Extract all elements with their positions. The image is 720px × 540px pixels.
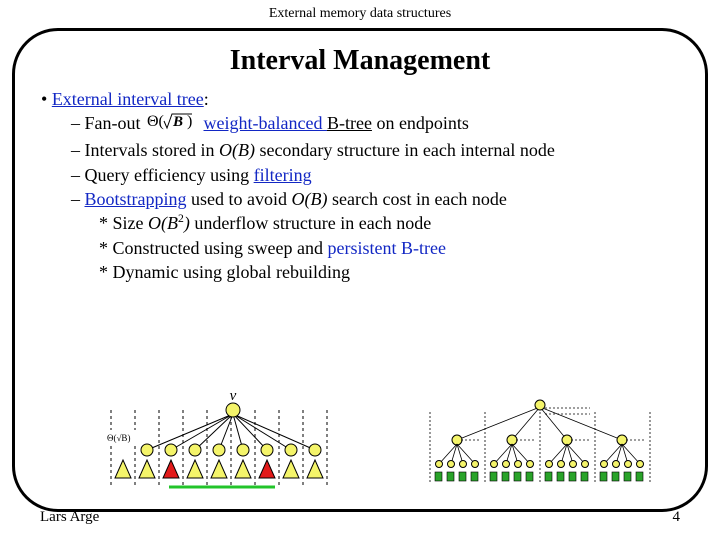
body-content: • External interval tree: – Fan-out Θ( B…: [37, 87, 683, 284]
bullet-level1: • External interval tree:: [41, 87, 683, 111]
math1: O(B: [148, 213, 178, 233]
dash: –: [71, 113, 85, 133]
plain2: B-tree: [396, 238, 445, 258]
pre: Fan-out: [85, 113, 146, 133]
footer-page-number: 4: [673, 509, 681, 526]
theta-sqrt-b-inline: Θ( B ): [147, 111, 197, 137]
plain1: persistent: [327, 238, 396, 258]
theta-label-small: Θ(√B): [107, 433, 130, 443]
bullet-level3: * Constructed using sweep and persistent…: [99, 236, 683, 260]
svg-text:): ): [187, 113, 192, 130]
u-tail: B-tree: [327, 113, 372, 133]
svg-text:Θ(: Θ(: [147, 113, 164, 130]
link: Bootstrapping: [85, 189, 187, 209]
bullet-marker: •: [41, 89, 52, 109]
slide: External memory data structures Interval…: [0, 0, 720, 540]
bullet-level2: – Intervals stored in O(B) secondary str…: [71, 138, 683, 162]
tail: underflow structure in each node: [190, 213, 431, 233]
star: * Dynamic using global rebuilding: [99, 262, 350, 282]
star: * Constructed using sweep and: [99, 238, 327, 258]
bullet-level2: – Query efficiency using filtering: [71, 163, 683, 187]
slide-frame: Interval Management • External interval …: [12, 28, 708, 512]
diagrams: v: [105, 392, 665, 497]
star: * Size: [99, 213, 148, 233]
bullet-text: External interval tree: [52, 89, 204, 109]
link: weight-balanced: [204, 113, 327, 133]
math: O(B): [219, 140, 255, 160]
mid: used to avoid: [187, 189, 292, 209]
tail: secondary structure in each internal nod…: [255, 140, 555, 160]
tail: search cost in each node: [327, 189, 506, 209]
bullet-tail: :: [204, 89, 209, 109]
dash: – Intervals stored in: [71, 140, 219, 160]
v-label: v: [230, 392, 237, 404]
dash: –: [71, 189, 85, 209]
dash: – Query efficiency using: [71, 165, 254, 185]
link: filtering: [254, 165, 312, 185]
slide-title: Interval Management: [37, 45, 683, 77]
bullet-level3: * Size O(B2) underflow structure in each…: [99, 211, 683, 235]
slide-header: External memory data structures: [0, 0, 720, 24]
svg-text:B: B: [172, 114, 183, 130]
math: O(B): [292, 189, 328, 209]
bullet-level2: – Bootstrapping used to avoid O(B) searc…: [71, 187, 683, 211]
tail: on endpoints: [372, 113, 469, 133]
bullet-level3: * Dynamic using global rebuilding: [99, 260, 683, 284]
footer-author: Lars Arge: [40, 509, 99, 526]
bullet-level2: – Fan-out Θ( B ) weight-balanced B-tree …: [71, 111, 683, 138]
